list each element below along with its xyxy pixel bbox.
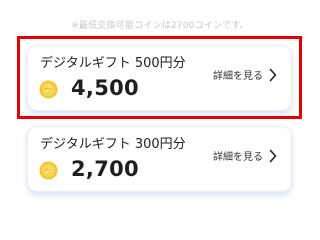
chevron-right-icon	[269, 68, 277, 81]
chevron-right-icon	[269, 149, 277, 162]
coin-amount: 2,700	[71, 157, 139, 181]
coin-amount: 4,500	[71, 76, 139, 100]
coin-icon	[39, 80, 58, 99]
view-details-label: 詳細を見る	[213, 71, 263, 82]
coin-icon	[39, 161, 58, 180]
gift-card-title: デジタルギフト 500円分	[40, 56, 186, 71]
view-details-button[interactable]: 詳細を見る	[213, 148, 277, 163]
gift-card-300[interactable]: デジタルギフト 300円分 2,700 詳細を見る	[27, 126, 292, 192]
gift-card-500[interactable]: デジタルギフト 500円分 4,500 詳細を見る	[27, 45, 292, 111]
view-details-button[interactable]: 詳細を見る	[213, 67, 277, 82]
page: ※最低交換可能コインは2700コインです。 デジタルギフト 500円分 4,50…	[0, 0, 320, 219]
min-exchange-notice: ※最低交換可能コインは2700コインです。	[71, 21, 249, 31]
gift-card-title: デジタルギフト 300円分	[40, 137, 186, 152]
view-details-label: 詳細を見る	[213, 152, 263, 163]
